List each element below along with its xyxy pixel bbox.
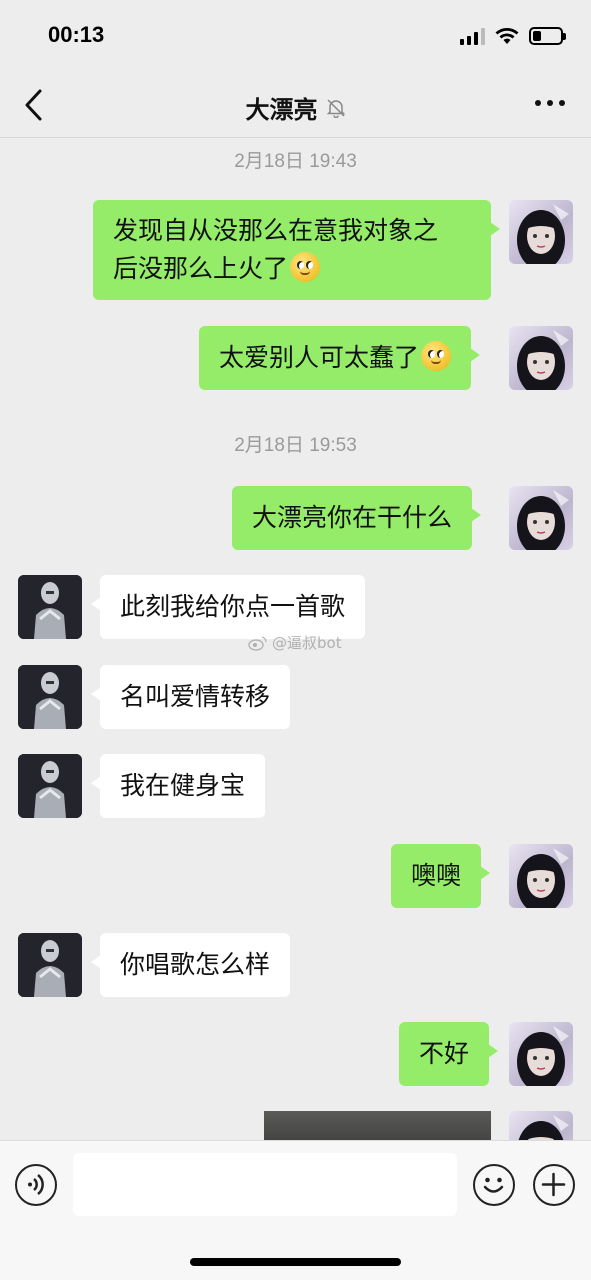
battery-icon (529, 27, 566, 45)
contact-avatar[interactable] (18, 754, 82, 818)
message-text: 名叫爱情转移 (120, 682, 271, 711)
smile-emoji-icon (290, 252, 321, 282)
my-avatar[interactable] (509, 844, 573, 908)
message-text: 不好 (419, 1039, 470, 1068)
avatar-portrait (517, 1026, 569, 1086)
avatar-portrait (518, 1115, 569, 1140)
chat-title: 大漂亮 (245, 96, 318, 124)
received-message-bubble[interactable]: 此刻我给你点一首歌 (90, 575, 366, 639)
my-avatar[interactable] (509, 200, 573, 264)
message-text: 你唱歌怎么样 (120, 950, 271, 979)
contact-avatar[interactable] (18, 575, 82, 639)
more-icon (535, 100, 541, 106)
avatar-portrait (517, 330, 569, 390)
emoji-button[interactable] (473, 1164, 515, 1206)
chat-title-group: 大漂亮 (0, 90, 591, 125)
status-icons (460, 26, 566, 46)
more-actions-button[interactable] (533, 1164, 575, 1206)
voice-icon (28, 1174, 44, 1195)
message-text: 太爱别人可太蠢了 (219, 343, 420, 372)
contact-avatar[interactable] (18, 665, 82, 729)
message-timestamp: 2月18日 19:53 (234, 435, 357, 456)
my-avatar[interactable] (509, 326, 573, 390)
message-timestamp: 2月18日 19:43 (234, 151, 357, 172)
my-avatar[interactable] (509, 486, 573, 550)
sent-message-bubble[interactable]: 大漂亮你在干什么 (232, 486, 482, 550)
avatar-robot (18, 933, 82, 997)
sent-message-bubble[interactable]: 噢噢 (391, 844, 491, 908)
message-text: 噢噢 (411, 861, 462, 890)
plus-icon (541, 1172, 566, 1197)
bell-off-icon (326, 98, 345, 118)
avatar-robot (18, 754, 82, 818)
message-text: 发现自从没那么在意我对象之 后没那么上火了 (113, 216, 439, 283)
emoji-icon (483, 1177, 504, 1193)
received-message-bubble[interactable]: 名叫爱情转移 (90, 665, 291, 729)
avatar-robot (18, 665, 82, 729)
home-indicator[interactable] (190, 1258, 401, 1266)
voice-button[interactable] (15, 1164, 57, 1206)
received-message-bubble[interactable]: 我在健身宝 (90, 754, 266, 818)
watermark: @逼叔bot (248, 632, 342, 653)
image-message[interactable] (264, 1111, 491, 1140)
message-text: 此刻我给你点一首歌 (120, 592, 346, 621)
more-options-button[interactable] (535, 100, 565, 106)
wifi-icon (495, 28, 519, 44)
status-time: 00:13 (48, 22, 105, 47)
avatar-portrait (517, 204, 569, 264)
received-message-bubble[interactable]: 你唱歌怎么样 (90, 933, 291, 997)
cellular-signal-icon (460, 27, 485, 45)
sent-message-bubble[interactable]: 太爱别人可太蠢了 (199, 326, 481, 390)
avatar-portrait (517, 490, 569, 550)
chat-header: 大漂亮 (0, 70, 591, 138)
message-text: 我在健身宝 (120, 771, 246, 800)
sent-message-bubble[interactable]: 发现自从没那么在意我对象之 后没那么上火了 (93, 200, 500, 300)
watermark-text: @逼叔bot (272, 634, 342, 652)
weibo-icon (248, 635, 267, 651)
message-text: 大漂亮你在干什么 (252, 503, 453, 532)
avatar-robot (18, 575, 82, 639)
my-avatar[interactable] (509, 1022, 573, 1086)
contact-avatar[interactable] (18, 933, 82, 997)
avatar-portrait (517, 848, 569, 908)
chat-message-list[interactable]: 2月18日 19:43 发现自从没那么在意我对象之 后没那么上火了 太爱别人可太… (0, 138, 591, 1140)
sent-message-bubble[interactable]: 不好 (399, 1022, 499, 1086)
smile-emoji-icon (421, 341, 452, 371)
message-input[interactable] (73, 1153, 457, 1216)
my-avatar[interactable] (509, 1111, 573, 1140)
status-bar: 00:13 (0, 0, 591, 70)
